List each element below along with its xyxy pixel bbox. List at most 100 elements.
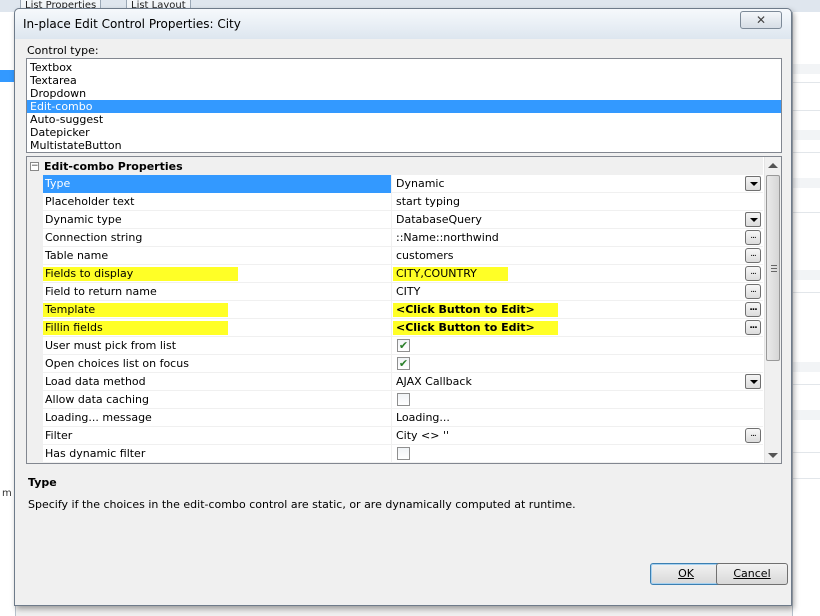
property-row[interactable]: Placeholder text start typing	[43, 193, 763, 211]
property-value-text: <Click Button to Edit>	[396, 303, 535, 316]
property-row[interactable]: Allow data caching	[43, 391, 763, 409]
scroll-up-arrow-icon[interactable]	[768, 163, 778, 168]
property-value[interactable]: <Click Button to Edit>...	[394, 319, 763, 337]
property-name: Fields to display	[43, 265, 392, 283]
property-name: Load data method	[43, 373, 392, 391]
property-value[interactable]	[394, 391, 763, 409]
property-value[interactable]: ::Name::northwind...	[394, 229, 763, 247]
property-checkbox[interactable]: ✔	[397, 339, 410, 352]
property-value-text: customers	[396, 249, 454, 262]
property-checkbox[interactable]	[397, 393, 410, 406]
description-text: Specify if the choices in the edit-combo…	[28, 498, 576, 511]
property-value[interactable]: Dynamic	[394, 175, 763, 193]
property-row[interactable]: Fillin fields <Click Button to Edit>...	[43, 319, 763, 337]
property-row[interactable]: Table name customers...	[43, 247, 763, 265]
control-type-item[interactable]: Dropdown	[27, 87, 781, 100]
property-row[interactable]: Fields to display CITY,COUNTRY...	[43, 265, 763, 283]
dropdown-arrow-icon[interactable]	[745, 212, 761, 227]
property-row[interactable]: Loading... message Loading...	[43, 409, 763, 427]
property-row[interactable]: Type Dynamic	[43, 175, 763, 193]
dropdown-arrow-icon[interactable]	[745, 176, 761, 191]
close-icon: ✕	[755, 13, 767, 27]
property-grid-scrollbar[interactable]	[764, 157, 781, 463]
property-name: Connection string	[43, 229, 392, 247]
control-type-item[interactable]: Datepicker	[27, 126, 781, 139]
property-row[interactable]: Has dynamic filter	[43, 445, 763, 463]
control-type-list[interactable]: Textbox Textarea Dropdown Edit-combo Auto-su…	[26, 58, 782, 153]
checkmark-icon: ✔	[398, 339, 409, 352]
property-value[interactable]: CITY...	[394, 283, 763, 301]
property-grid-gutter	[27, 157, 43, 463]
property-value-text: DatabaseQuery	[396, 213, 482, 226]
property-row[interactable]: Load data method AJAX Callback	[43, 373, 763, 391]
property-value[interactable]: City <> ''...	[394, 427, 763, 445]
edit-control-properties-dialog: In-place Edit Control Properties: City ✕…	[14, 8, 792, 606]
ellipsis-button[interactable]: ...	[745, 302, 761, 317]
property-value-text: start typing	[396, 195, 460, 208]
ellipsis-button[interactable]: ...	[745, 284, 761, 299]
property-row[interactable]: Open choices list on focus ✔	[43, 355, 763, 373]
property-name: Open choices list on focus	[43, 355, 392, 373]
property-row[interactable]: Filter City <> ''...	[43, 427, 763, 445]
close-button[interactable]: ✕	[740, 11, 782, 29]
property-value[interactable]: ✔	[394, 337, 763, 355]
dropdown-arrow-icon[interactable]	[745, 374, 761, 389]
property-row[interactable]: Field to return name CITY...	[43, 283, 763, 301]
property-row[interactable]: User must pick from list ✔	[43, 337, 763, 355]
control-type-item[interactable]: Edit-combo	[27, 100, 781, 113]
control-type-item[interactable]: MultistateButton	[27, 139, 781, 152]
property-value-text: CITY	[396, 285, 421, 298]
background-left-text: m	[2, 488, 12, 499]
property-checkbox[interactable]: ✔	[397, 357, 410, 370]
scroll-down-arrow-icon[interactable]	[768, 453, 778, 458]
property-name: Loading... message	[43, 409, 392, 427]
property-value[interactable]: customers...	[394, 247, 763, 265]
control-type-label: Control type:	[27, 44, 99, 57]
property-name: Placeholder text	[43, 193, 392, 211]
property-value[interactable]: DatabaseQuery	[394, 211, 763, 229]
scroll-thumb[interactable]	[766, 175, 780, 361]
property-row[interactable]: Connection string::Name::northwind...	[43, 229, 763, 247]
property-checkbox[interactable]	[397, 447, 410, 460]
ok-button[interactable]: OK	[650, 563, 722, 585]
property-name: Has dynamic filter	[43, 445, 392, 463]
property-value[interactable]	[394, 445, 763, 463]
control-type-item[interactable]: Textbox	[27, 61, 781, 74]
dialog-titlebar[interactable]: In-place Edit Control Properties: City ✕	[15, 9, 791, 39]
dialog-title: In-place Edit Control Properties: City	[23, 17, 241, 31]
property-row[interactable]: Template <Click Button to Edit>...	[43, 301, 763, 319]
property-value-text: CITY,COUNTRY	[396, 267, 477, 280]
category-header[interactable]: − Edit-combo Properties	[27, 157, 763, 175]
ellipsis-button[interactable]: ...	[745, 428, 761, 443]
property-value-text: City <> ''	[396, 429, 450, 442]
ellipsis-button[interactable]: ...	[745, 266, 761, 281]
background-right-panel	[792, 12, 820, 616]
property-value-text: AJAX Callback	[396, 375, 472, 388]
property-name: Fillin fields	[43, 319, 392, 337]
property-value-text: ::Name::northwind	[396, 231, 499, 244]
property-value-text: <Click Button to Edit>	[396, 321, 535, 334]
property-value[interactable]: start typing	[394, 193, 763, 211]
property-name: Allow data caching	[43, 391, 392, 409]
property-name: Type	[43, 175, 392, 193]
property-row[interactable]: Dynamic type DatabaseQuery	[43, 211, 763, 229]
property-value[interactable]: CITY,COUNTRY...	[394, 265, 763, 283]
ellipsis-button[interactable]: ...	[745, 230, 761, 245]
property-name: User must pick from list	[43, 337, 392, 355]
property-value-text: Loading...	[396, 411, 450, 424]
ok-button-label: OK	[678, 567, 694, 580]
category-title: Edit-combo Properties	[44, 160, 183, 173]
control-type-item[interactable]: Auto-suggest	[27, 113, 781, 126]
ellipsis-button[interactable]: ...	[745, 320, 761, 335]
ellipsis-button[interactable]: ...	[745, 248, 761, 263]
collapse-icon[interactable]: −	[30, 162, 39, 171]
control-type-item[interactable]: Textarea	[27, 74, 781, 87]
property-value[interactable]: <Click Button to Edit>...	[394, 301, 763, 319]
property-value[interactable]: Loading...	[394, 409, 763, 427]
cancel-button[interactable]: Cancel	[716, 563, 788, 585]
property-value[interactable]: ✔	[394, 355, 763, 373]
property-name: Dynamic type	[43, 211, 392, 229]
property-value[interactable]: AJAX Callback	[394, 373, 763, 391]
property-name: Template	[43, 301, 392, 319]
cancel-button-label: Cancel	[733, 567, 771, 580]
